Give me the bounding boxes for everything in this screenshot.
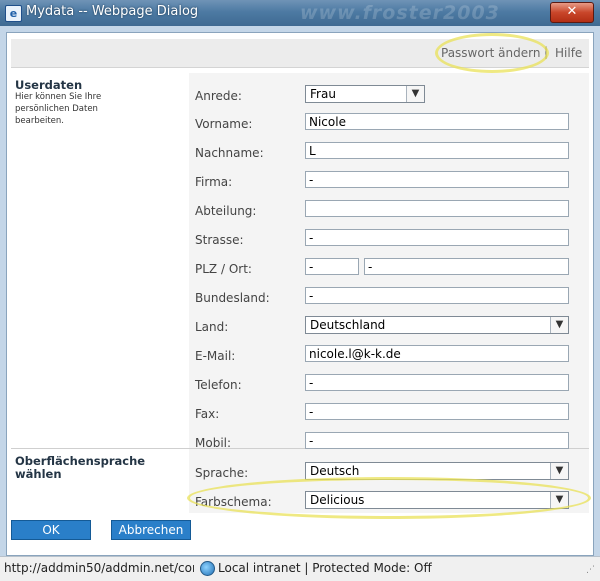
- land-select[interactable]: Deutschland ▼: [305, 316, 569, 334]
- chevron-down-icon: ▼: [550, 317, 568, 333]
- security-zone-text: Local intranet | Protected Mode: Off: [218, 561, 432, 575]
- anrede-value: Frau: [310, 87, 336, 101]
- email-label: E-Mail:: [195, 349, 236, 363]
- nachname-label: Nachname:: [195, 146, 264, 160]
- ok-button[interactable]: OK: [11, 520, 91, 540]
- window-title: Mydata -- Webpage Dialog: [26, 4, 199, 19]
- firma-label: Firma:: [195, 175, 233, 189]
- user-form: Userdaten Hier können Sie Ihre persönlic…: [11, 73, 591, 519]
- firma-input[interactable]: -: [305, 171, 569, 188]
- cancel-button[interactable]: Abbrechen: [111, 520, 191, 540]
- telefon-input[interactable]: -: [305, 374, 569, 391]
- chevron-down-icon: ▼: [406, 86, 424, 102]
- plz-input[interactable]: -: [305, 258, 359, 275]
- nachname-input[interactable]: L: [305, 142, 569, 159]
- strasse-input[interactable]: -: [305, 229, 569, 246]
- ie-page-icon: e: [5, 5, 22, 22]
- land-value: Deutschland: [310, 318, 386, 332]
- dialog-frame: Passwort ändern | Hilfe Userdaten Hier k…: [0, 26, 600, 556]
- bundesland-label: Bundesland:: [195, 291, 270, 305]
- abteilung-input[interactable]: [305, 200, 569, 217]
- watermark-text: www.froster2003: [300, 2, 500, 24]
- status-bar: http://addmin50/addmin.net/contr Local i…: [0, 556, 600, 581]
- vorname-input[interactable]: Nicole: [305, 113, 569, 130]
- sprache-value: Deutsch: [310, 464, 360, 478]
- fax-input[interactable]: -: [305, 403, 569, 420]
- abteilung-label: Abteilung:: [195, 204, 257, 218]
- anrede-label: Anrede:: [195, 89, 242, 103]
- land-label: Land:: [195, 320, 229, 334]
- status-url: http://addmin50/addmin.net/contr: [4, 561, 194, 575]
- anrede-select[interactable]: Frau ▼: [305, 85, 425, 103]
- language-side-column: Oberflächensprache wählen: [11, 449, 189, 513]
- email-input[interactable]: nicole.l@k-k.de: [305, 345, 569, 362]
- ort-input[interactable]: -: [364, 258, 569, 275]
- mobil-label: Mobil:: [195, 436, 232, 450]
- language-section-title: Oberflächensprache wählen: [15, 454, 146, 481]
- sprache-label: Sprache:: [195, 466, 249, 480]
- userdata-side-column: Userdaten Hier können Sie Ihre persönlic…: [11, 73, 189, 448]
- chevron-down-icon: ▼: [550, 463, 568, 479]
- userdata-section-description: Hier können Sie Ihre persönlichen Daten …: [15, 92, 102, 126]
- mobil-input[interactable]: -: [305, 432, 569, 449]
- help-link[interactable]: Hilfe: [555, 46, 582, 60]
- close-button[interactable]: ✕: [550, 2, 594, 23]
- farbschema-highlight-ellipse: [187, 477, 591, 519]
- strasse-label: Strasse:: [195, 233, 244, 247]
- dialog-content: Passwort ändern | Hilfe Userdaten Hier k…: [6, 32, 594, 556]
- fax-label: Fax:: [195, 407, 220, 421]
- password-highlight-ellipse: [435, 33, 549, 73]
- title-bar: e Mydata -- Webpage Dialog www.froster20…: [0, 0, 600, 27]
- bundesland-input[interactable]: -: [305, 287, 569, 304]
- resize-grip-icon[interactable]: ⋰: [586, 565, 598, 577]
- globe-icon: [200, 561, 215, 576]
- plz-ort-label: PLZ / Ort:: [195, 262, 252, 276]
- telefon-label: Telefon:: [195, 378, 242, 392]
- vorname-label: Vorname:: [195, 117, 253, 131]
